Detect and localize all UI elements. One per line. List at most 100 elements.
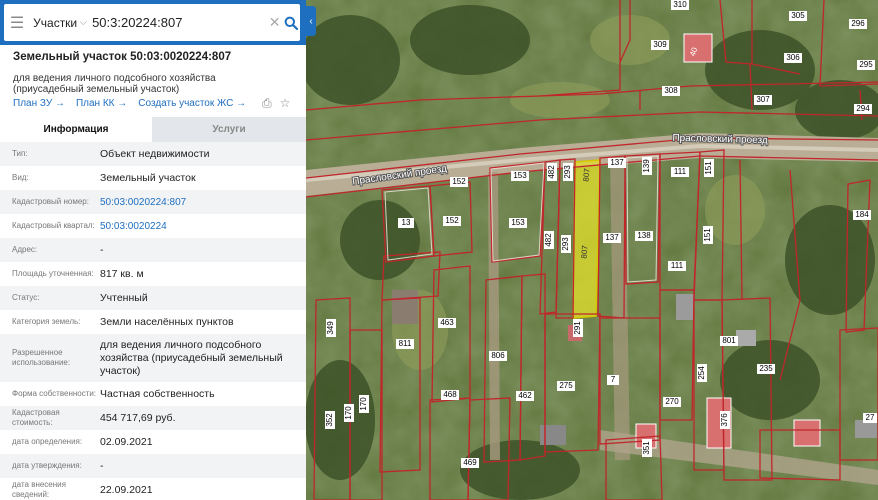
action-links: План ЗУ → План КК → Создать участок ЖС → [13, 98, 246, 109]
layer-select[interactable]: Участки [30, 16, 77, 30]
svg-text:151: 151 [704, 161, 713, 175]
row-value: 02.09.2021 [100, 435, 153, 448]
svg-text:291: 291 [573, 321, 582, 335]
svg-text:307: 307 [756, 95, 770, 104]
row-label: дата утверждения: [12, 461, 82, 470]
tab-bar: Информация Услуги [0, 117, 306, 142]
cadastral-quarter-link[interactable]: 50:03:0020224 [100, 220, 306, 233]
svg-text:811: 811 [399, 339, 412, 348]
svg-text:351: 351 [642, 441, 651, 455]
row-label: дата определения: [12, 437, 83, 446]
row-value: Учтенный [100, 291, 148, 304]
star-icon[interactable]: ☆ [280, 96, 291, 111]
table-row: Разрешенное использование: для ведения ли… [0, 334, 306, 382]
svg-text:152: 152 [445, 216, 459, 225]
svg-text:27: 27 [866, 413, 875, 422]
row-value: Объект недвижимости [100, 147, 210, 160]
row-label: Кадастровая стоимость: [12, 408, 60, 427]
tool-icons: ⎙ ☆ [262, 96, 290, 111]
row-value: 22.09.2021 [100, 483, 153, 496]
table-row: Кадастровый номер: 50:03:0020224:807 [0, 190, 306, 214]
tab-services[interactable]: Услуги [152, 117, 306, 142]
svg-text:153: 153 [513, 171, 527, 180]
table-row: дата определения: 02.09.2021 [0, 430, 306, 454]
svg-text:151: 151 [703, 228, 712, 242]
svg-text:349: 349 [326, 321, 335, 335]
menu-icon[interactable]: ☰ [4, 4, 30, 41]
svg-text:152: 152 [452, 177, 466, 186]
row-value: Частная собственность [100, 387, 215, 400]
svg-text:293: 293 [563, 165, 572, 179]
search-box: ☰ Участки ⌵ ✕ [4, 4, 300, 41]
table-row: дата внесения сведений: 22.09.2021 [0, 478, 306, 500]
svg-text:463: 463 [440, 318, 454, 327]
svg-text:306: 306 [786, 53, 800, 62]
search-icon[interactable] [281, 4, 300, 41]
table-row: Адрес: - [0, 238, 306, 262]
row-label: Кадастровый номер: [12, 197, 89, 206]
selected-parcel-label: 807 [582, 167, 592, 182]
svg-text:293: 293 [561, 237, 570, 251]
table-row: Вид: Земельный участок [0, 166, 306, 190]
svg-text:469: 469 [463, 458, 477, 467]
table-row: дата утверждения: - [0, 454, 306, 478]
report-icon[interactable]: ⎙ [262, 96, 272, 111]
svg-text:139: 139 [642, 159, 651, 173]
svg-text:137: 137 [610, 158, 624, 167]
svg-text:807: 807 [580, 244, 590, 259]
table-row: Тип: Объект недвижимости [0, 142, 306, 166]
svg-text:296: 296 [851, 19, 865, 28]
collapse-panel-button[interactable]: ‹ [306, 6, 316, 36]
svg-text:309: 309 [653, 40, 667, 49]
svg-text:170: 170 [359, 397, 368, 411]
object-description: для ведения личного подсобного хозяйства… [13, 73, 216, 95]
close-icon[interactable]: ✕ [268, 14, 281, 31]
row-label: Вид: [12, 173, 29, 182]
svg-text:170: 170 [344, 406, 353, 420]
table-row: Категория земель: Земли населённых пункто… [0, 310, 306, 334]
svg-text:468: 468 [443, 390, 457, 399]
search-bar: ☰ Участки ⌵ ✕ [0, 0, 306, 45]
row-label: Категория земель: [12, 317, 81, 326]
svg-text:308: 308 [664, 86, 678, 95]
tab-info[interactable]: Информация [0, 117, 152, 142]
svg-text:184: 184 [855, 210, 869, 219]
svg-text:482: 482 [544, 233, 553, 247]
svg-text:111: 111 [671, 261, 684, 270]
svg-text:462: 462 [518, 391, 532, 400]
chevron-down-icon[interactable]: ⌵ [77, 17, 89, 28]
row-label: дата внесения сведений: [12, 480, 66, 499]
svg-text:254: 254 [697, 366, 706, 380]
svg-text:376: 376 [720, 413, 729, 427]
row-value: Земли населённых пунктов [100, 315, 234, 328]
svg-text:807: 807 [582, 167, 592, 182]
cadastral-number-link[interactable]: 50:03:0020224:807 [100, 196, 306, 209]
svg-text:310: 310 [673, 0, 687, 9]
row-label: Форма собственности: [12, 389, 97, 398]
svg-text:305: 305 [791, 11, 805, 20]
svg-text:295: 295 [859, 60, 873, 69]
table-row: Кадастровый квартал: 50:03:0020224 [0, 214, 306, 238]
plan-zu-link[interactable]: План ЗУ → [13, 98, 65, 109]
search-input[interactable] [89, 7, 269, 38]
row-label: Разрешенное использование: [12, 348, 71, 367]
svg-text:7: 7 [611, 375, 616, 384]
svg-text:235: 235 [759, 364, 773, 373]
create-zhs-link[interactable]: Создать участок ЖС → [138, 98, 246, 109]
svg-text:294: 294 [856, 104, 870, 113]
plan-kk-link[interactable]: План КК → [76, 98, 127, 109]
row-value: Земельный участок [100, 171, 196, 184]
row-value: для ведения личного подсобного хозяйства… [100, 338, 283, 377]
row-value: 817 кв. м [100, 267, 144, 280]
row-label: Статус: [12, 293, 40, 302]
svg-text:111: 111 [674, 167, 687, 176]
svg-text:801: 801 [722, 336, 736, 345]
row-label: Тип: [12, 149, 28, 158]
row-value: 454 717,69 руб. [100, 411, 176, 424]
svg-text:482: 482 [547, 165, 556, 179]
row-label: Кадастровый квартал: [12, 221, 95, 230]
svg-text:352: 352 [325, 413, 334, 427]
info-panel: ☰ Участки ⌵ ✕ Земельный участок 50:03:00… [0, 0, 306, 500]
svg-text:153: 153 [511, 218, 525, 227]
svg-text:275: 275 [559, 381, 573, 390]
